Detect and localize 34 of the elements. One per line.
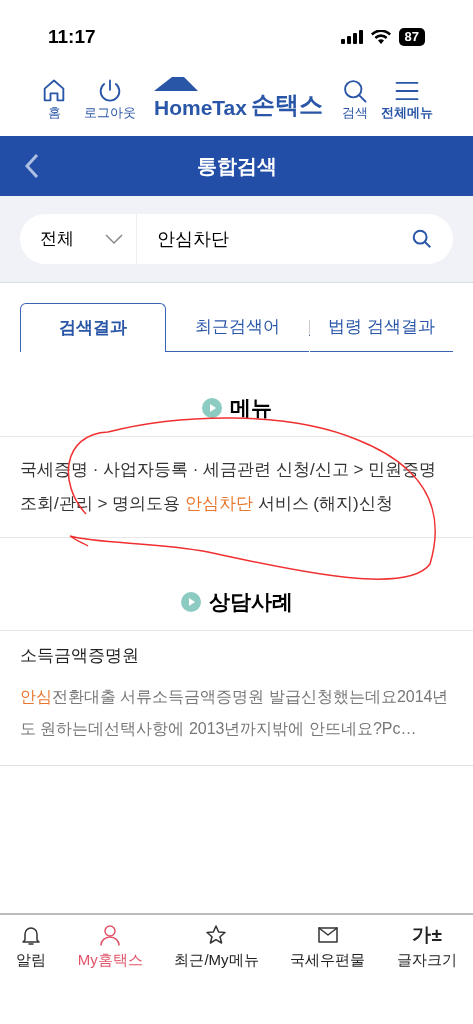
- font-size-icon: 가±: [412, 923, 442, 947]
- nav-item[interactable]: 가± 글자크기: [397, 923, 458, 975]
- roof-icon: [154, 75, 198, 91]
- play-icon: [180, 592, 201, 612]
- play-icon: [201, 398, 222, 418]
- nav-item[interactable]: 국세우편물: [290, 923, 366, 975]
- home-button[interactable]: 홈: [40, 77, 68, 121]
- person-icon: [98, 923, 123, 947]
- tab[interactable]: 법령 검색결과: [310, 303, 453, 352]
- logout-button[interactable]: 로그아웃: [84, 77, 136, 121]
- back-icon[interactable]: [24, 153, 40, 179]
- nav-item[interactable]: My홈택스: [77, 923, 143, 975]
- section-heading: 메뉴: [229, 395, 272, 422]
- section-heading: 상담사례: [208, 589, 293, 616]
- search-field[interactable]: 전체 안심차단: [20, 214, 453, 264]
- category-dropdown[interactable]: 전체: [20, 214, 137, 264]
- chevron-down-icon: [104, 233, 124, 245]
- page-title: 통합검색: [196, 154, 277, 179]
- nav-item[interactable]: 알림: [15, 923, 46, 975]
- search-icon: [341, 77, 369, 105]
- wifi-icon: [370, 30, 391, 44]
- search-icon[interactable]: [411, 228, 433, 250]
- search-button[interactable]: 검색: [341, 77, 369, 121]
- menu-button[interactable]: 전체메뉴: [381, 77, 433, 121]
- battery-indicator: 87: [398, 28, 425, 46]
- status-time: 11:17: [48, 24, 96, 49]
- tab[interactable]: 최근검색어: [166, 303, 309, 352]
- app-logo: HomeTax 손택스: [154, 75, 323, 123]
- star-icon: [204, 923, 229, 947]
- case-title[interactable]: 소득금액증명원: [20, 643, 453, 669]
- case-summary: 안심전환대출 서류소득금액증명원 발급신청했는데요2014년도 원하는데선택사항에 2013년까지밖에 안뜨네요?Pc…: [20, 686, 450, 739]
- signal-icon: [340, 30, 363, 44]
- tab[interactable]: 검색결과: [20, 303, 166, 352]
- nav-item[interactable]: 최근/My메뉴: [174, 923, 259, 975]
